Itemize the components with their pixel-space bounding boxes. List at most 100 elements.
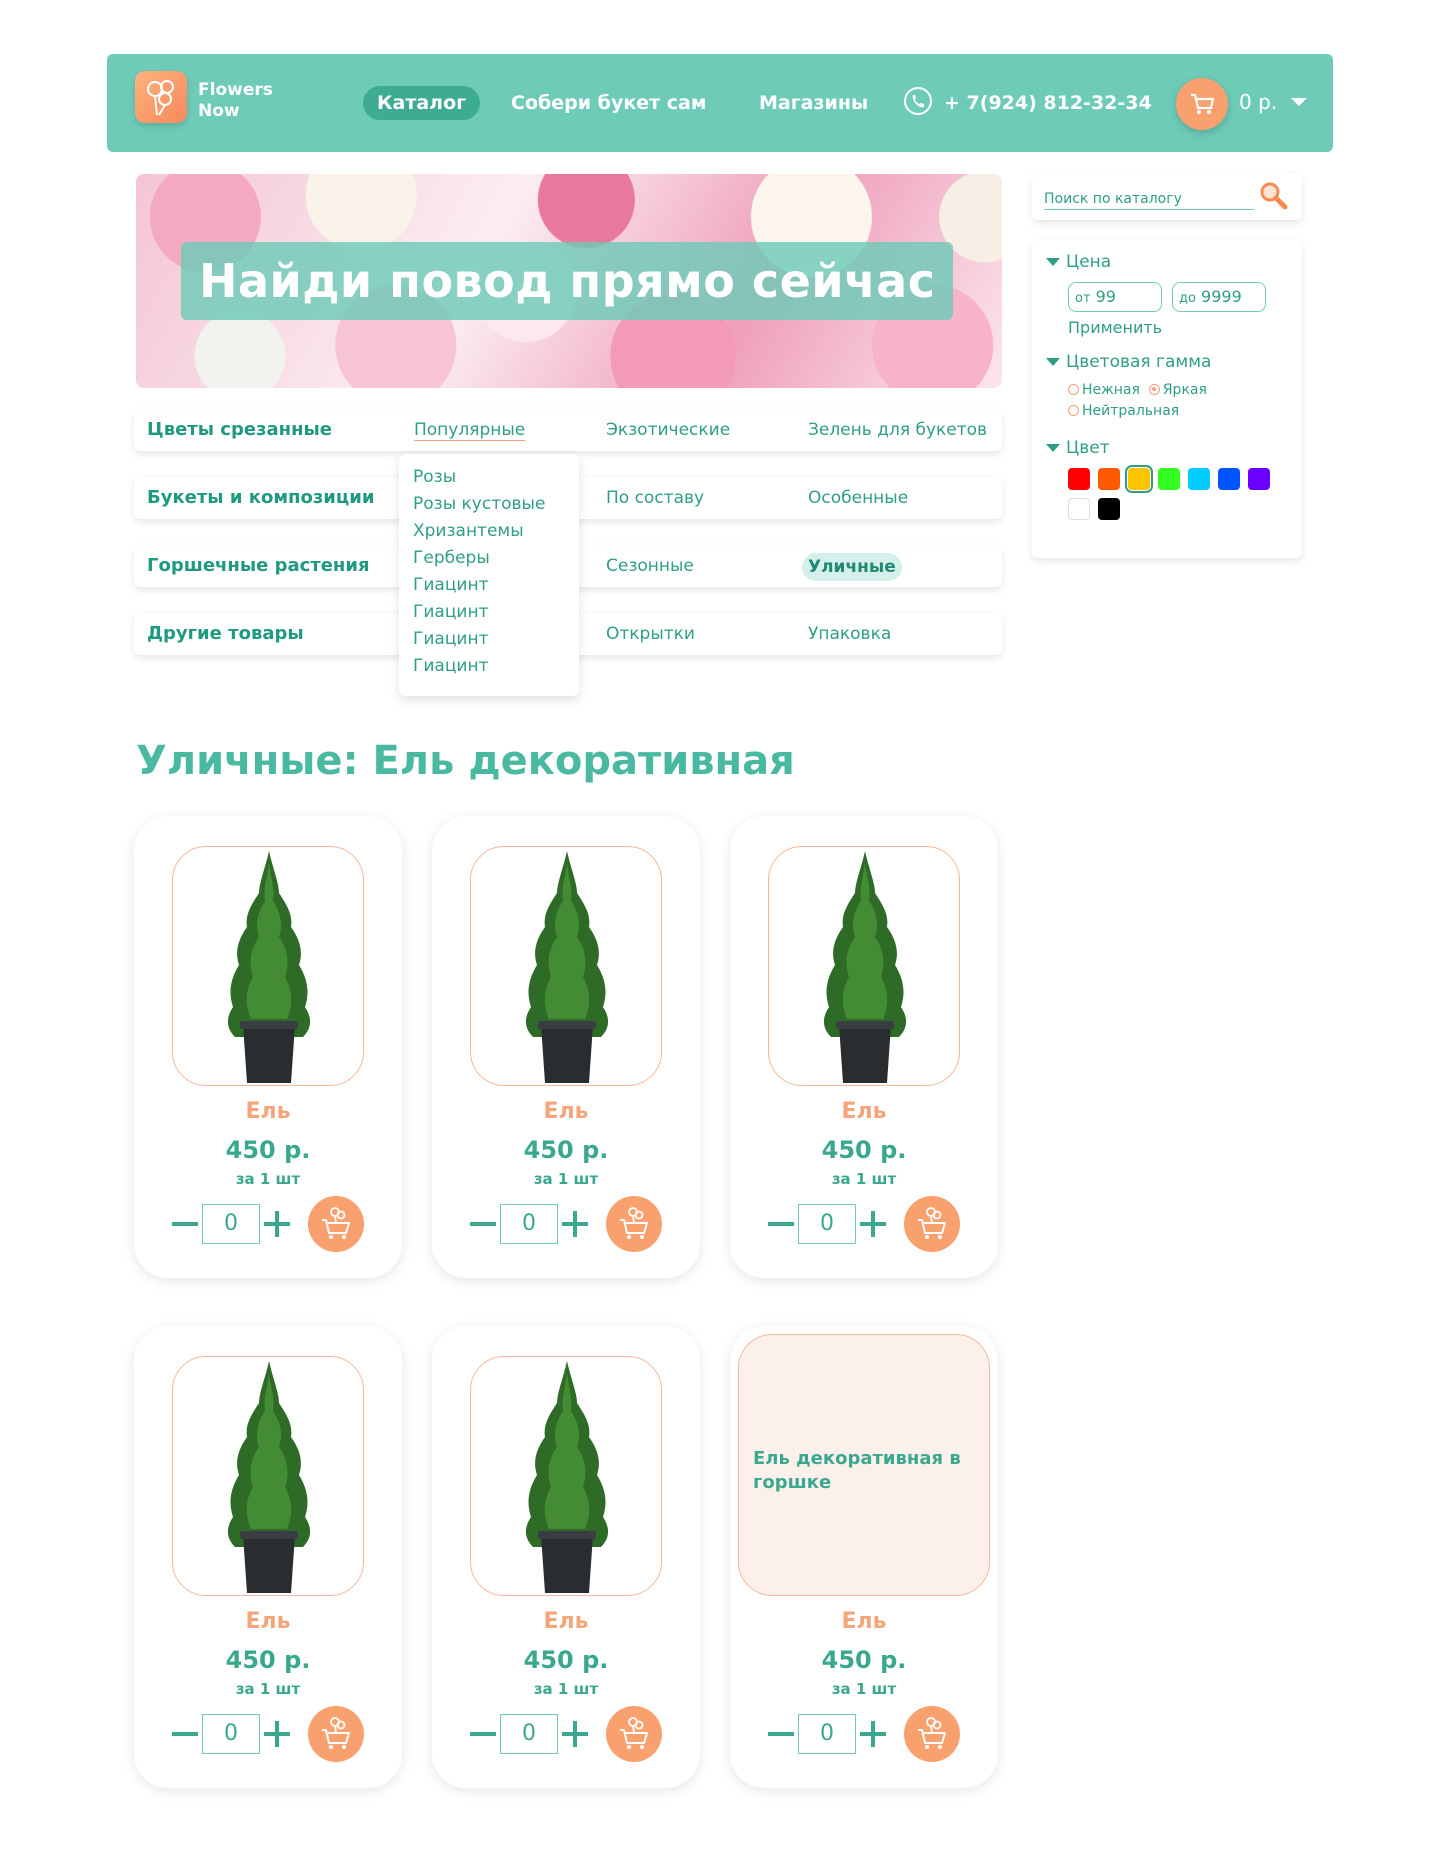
subcategory-popular[interactable]: Популярные: [414, 409, 525, 451]
product-name[interactable]: Ель: [134, 1099, 402, 1124]
product-image[interactable]: [470, 846, 662, 1086]
quantity-plus-button[interactable]: [562, 1714, 588, 1754]
logo-line-1: Flowers: [198, 80, 273, 100]
gamma-filter-header[interactable]: Цветовая гамма: [1046, 352, 1211, 372]
add-to-cart-button[interactable]: [904, 1706, 960, 1762]
product-image[interactable]: [768, 846, 960, 1086]
price-to-prefix: до: [1179, 291, 1196, 306]
color-swatch[interactable]: [1068, 468, 1090, 490]
price-to-field[interactable]: до 9999: [1172, 282, 1266, 312]
dropdown-item[interactable]: Гиацинт: [399, 599, 579, 626]
quantity-minus-button[interactable]: [172, 1714, 198, 1754]
subcategory-by-composition[interactable]: По составу: [606, 477, 704, 519]
subcategory-special[interactable]: Особенные: [808, 477, 908, 519]
color-swatch[interactable]: [1068, 498, 1090, 520]
phone-number[interactable]: + 7(924) 812-32-34: [944, 86, 1152, 120]
subcategory-seasonal[interactable]: Сезонные: [606, 545, 694, 587]
dropdown-item[interactable]: Гиацинт: [399, 626, 579, 653]
add-to-cart-button[interactable]: [904, 1196, 960, 1252]
quantity-minus-button[interactable]: [172, 1204, 198, 1244]
product-unit: за 1 шт: [831, 1680, 897, 1698]
color-filter-header[interactable]: Цвет: [1046, 438, 1110, 458]
quantity-plus-button[interactable]: [860, 1714, 886, 1754]
price-filter-header[interactable]: Цена: [1046, 252, 1111, 272]
quantity-minus-button[interactable]: [470, 1204, 496, 1244]
product-card[interactable]: Ель 450 р. за 1 шт 0: [134, 816, 402, 1278]
product-image[interactable]: [172, 1356, 364, 1596]
quantity-minus-button[interactable]: [768, 1204, 794, 1244]
product-card[interactable]: Ель 450 р. за 1 шт 0: [432, 1326, 700, 1788]
dropdown-item[interactable]: Розы: [399, 464, 579, 491]
dropdown-item[interactable]: Розы кустовые: [399, 491, 579, 518]
logo[interactable]: [135, 71, 187, 123]
dropdown-item[interactable]: Гиацинт: [399, 572, 579, 599]
dropdown-item[interactable]: Хризантемы: [399, 518, 579, 545]
quantity-input[interactable]: 0: [798, 1204, 856, 1244]
product-image-placeholder[interactable]: Ель декоративная в горшке: [738, 1334, 990, 1596]
subcategory-packaging[interactable]: Упаковка: [808, 613, 891, 655]
price-from-field[interactable]: от 99: [1068, 282, 1162, 312]
subcategory-outdoor[interactable]: Уличные: [802, 553, 902, 581]
product-name[interactable]: Ель: [730, 1099, 998, 1124]
product-card[interactable]: Ель декоративная в горшке Ель 450 р. за 1…: [730, 1326, 998, 1788]
color-swatch[interactable]: [1188, 468, 1210, 490]
quantity-plus-button[interactable]: [264, 1714, 290, 1754]
cart-total[interactable]: 0 р.: [1239, 90, 1277, 114]
gamma-option-label: Нежная: [1082, 382, 1140, 398]
cart-button[interactable]: [1176, 78, 1228, 130]
add-to-cart-button[interactable]: [308, 1706, 364, 1762]
category-title[interactable]: Другие товары: [147, 613, 304, 655]
subcategory-greenery[interactable]: Зелень для букетов: [808, 409, 987, 451]
color-swatch[interactable]: [1158, 468, 1180, 490]
section-title: Уличные: Ель декоративная: [136, 738, 795, 784]
quantity-plus-button[interactable]: [860, 1204, 886, 1244]
gamma-option-bright[interactable]: Яркая: [1148, 382, 1207, 398]
dropdown-item[interactable]: Гиацинт: [399, 653, 579, 680]
subcategory-cards[interactable]: Открытки: [606, 613, 695, 655]
apply-price-button[interactable]: Применить: [1068, 318, 1162, 337]
quantity-input[interactable]: 0: [500, 1714, 558, 1754]
category-title[interactable]: Цветы срезанные: [147, 409, 332, 451]
quantity-plus-button[interactable]: [562, 1204, 588, 1244]
product-name[interactable]: Ель: [730, 1609, 998, 1634]
flower-logo-icon: [147, 80, 174, 116]
product-card[interactable]: Ель 450 р. за 1 шт 0: [432, 816, 700, 1278]
color-swatch[interactable]: [1098, 498, 1120, 520]
product-image[interactable]: [172, 846, 364, 1086]
color-swatch[interactable]: [1125, 465, 1153, 493]
product-name[interactable]: Ель: [432, 1609, 700, 1634]
product-card[interactable]: Ель 450 р. за 1 шт 0: [134, 1326, 402, 1788]
product-card[interactable]: Ель 450 р. за 1 шт 0: [730, 816, 998, 1278]
quantity-input[interactable]: 0: [500, 1204, 558, 1244]
search-input[interactable]: [1044, 188, 1254, 210]
color-swatches: [1068, 465, 1278, 528]
product-image[interactable]: [470, 1356, 662, 1596]
gamma-option-neutral[interactable]: Нейтральная: [1068, 403, 1179, 419]
search-icon[interactable]: [1258, 180, 1290, 212]
quantity-input[interactable]: 0: [202, 1204, 260, 1244]
nav-build-bouquet[interactable]: Собери букет сам: [511, 86, 706, 120]
subcategory-exotic[interactable]: Экзотические: [606, 409, 730, 451]
quantity-plus-button[interactable]: [264, 1204, 290, 1244]
quantity-input[interactable]: 0: [798, 1714, 856, 1754]
nav-catalog[interactable]: Каталог: [363, 86, 481, 120]
color-swatch[interactable]: [1098, 468, 1120, 490]
add-to-cart-button[interactable]: [606, 1706, 662, 1762]
color-swatch[interactable]: [1218, 468, 1240, 490]
product-price: 450 р.: [225, 1646, 311, 1674]
product-name[interactable]: Ель: [134, 1609, 402, 1634]
product-name[interactable]: Ель: [432, 1099, 700, 1124]
category-title[interactable]: Горшечные растения: [147, 545, 370, 587]
gamma-option-gentle[interactable]: Нежная: [1068, 382, 1140, 398]
dropdown-item[interactable]: Герберы: [399, 545, 579, 572]
cart-dropdown-icon[interactable]: [1291, 98, 1307, 106]
color-swatch[interactable]: [1248, 468, 1270, 490]
quantity-minus-button[interactable]: [470, 1714, 496, 1754]
category-title[interactable]: Букеты и композиции: [147, 477, 374, 519]
add-to-cart-button[interactable]: [606, 1196, 662, 1252]
nav-shops[interactable]: Магазины: [759, 86, 868, 120]
product-unit: за 1 шт: [235, 1680, 301, 1698]
quantity-minus-button[interactable]: [768, 1714, 794, 1754]
quantity-input[interactable]: 0: [202, 1714, 260, 1754]
add-to-cart-button[interactable]: [308, 1196, 364, 1252]
